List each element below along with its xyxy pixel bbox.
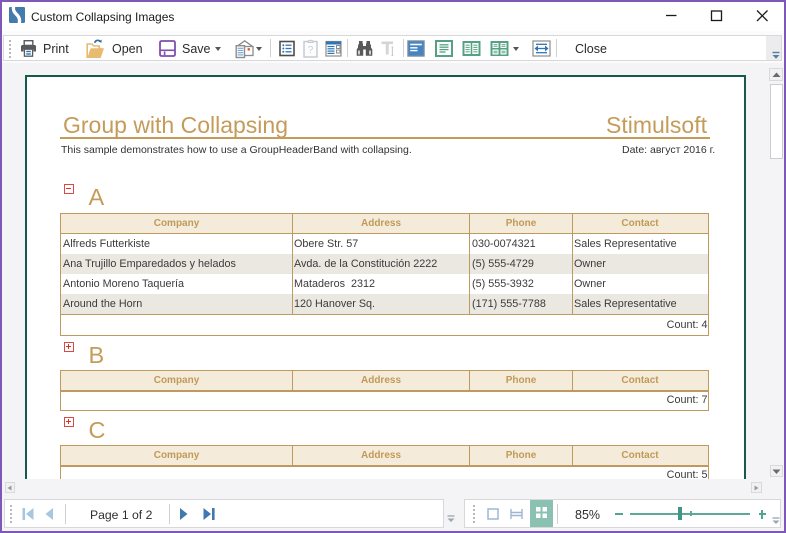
svg-text:?: ? xyxy=(308,45,314,56)
